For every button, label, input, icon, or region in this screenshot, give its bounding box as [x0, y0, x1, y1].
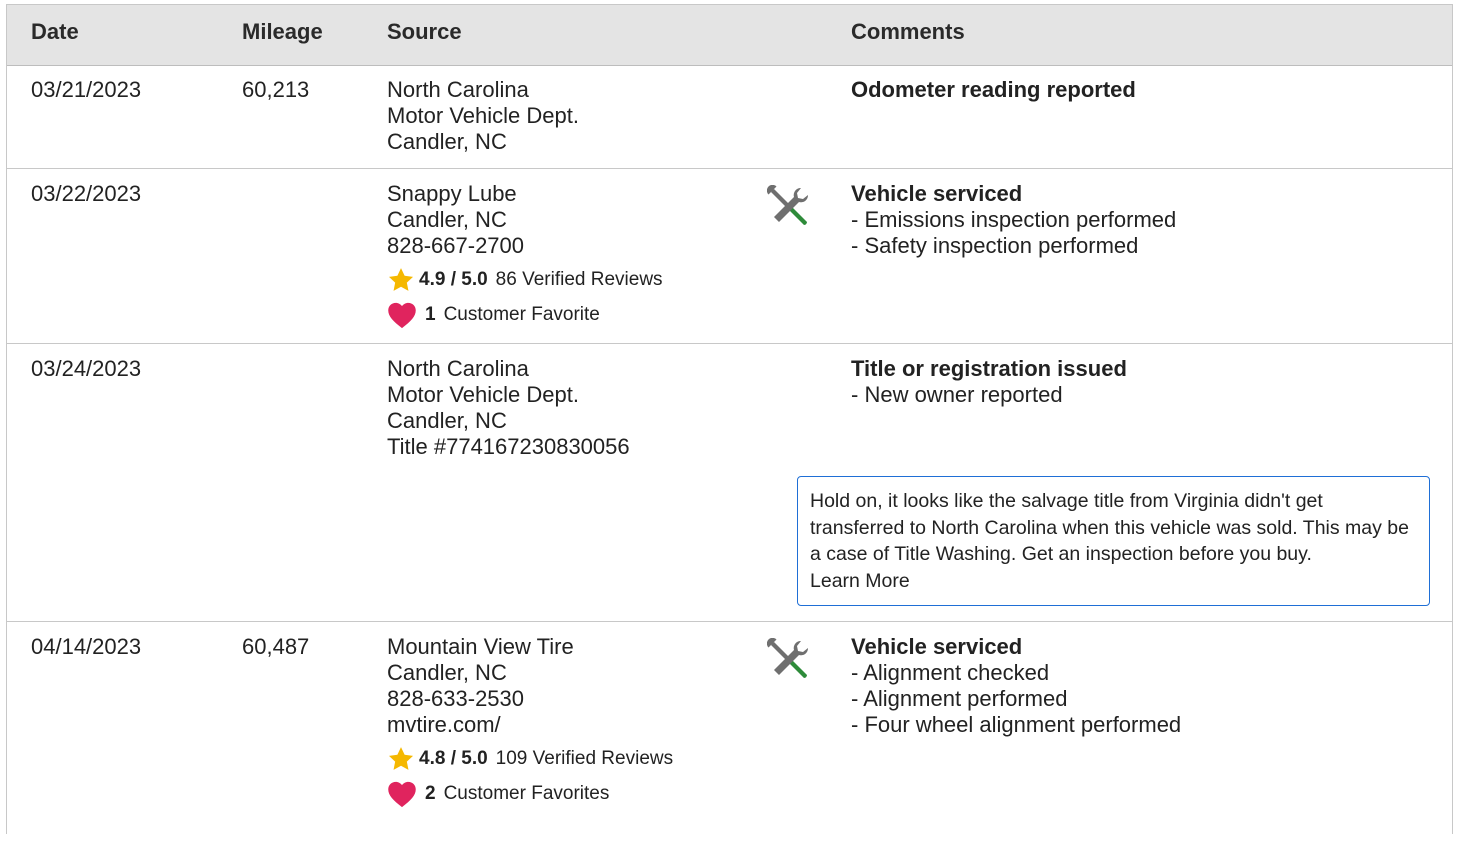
comment-item: - Emissions inspection performed — [851, 207, 1177, 232]
favorites-count: 1 — [425, 304, 436, 325]
favorites-label: Customer Favorites — [443, 783, 610, 804]
source-line: Motor Vehicle Dept. — [387, 382, 579, 407]
comment-item: - Safety inspection performed — [851, 233, 1139, 258]
row-date: 03/21/2023 — [31, 77, 142, 102]
comment-item: - New owner reported — [851, 382, 1063, 407]
comment-item: - Alignment performed — [851, 686, 1068, 711]
row-comments: Title or registration issued - New owner… — [851, 356, 1127, 408]
row-source: North Carolina Motor Vehicle Dept. Candl… — [387, 77, 579, 155]
source-line[interactable]: Mountain View Tire — [387, 634, 673, 660]
comment-title: Title or registration issued — [851, 356, 1127, 381]
row-date: 03/22/2023 — [31, 181, 142, 206]
comment-title: Odometer reading reported — [851, 77, 1136, 102]
source-line: North Carolina — [387, 356, 529, 381]
comment-title: Vehicle serviced — [851, 181, 1023, 206]
source-line: Candler, NC — [387, 207, 507, 232]
comment-title: Vehicle serviced — [851, 634, 1023, 659]
row-date: 04/14/2023 — [31, 634, 142, 659]
favorites-label: Customer Favorite — [443, 304, 600, 325]
row-source: North Carolina Motor Vehicle Dept. Candl… — [387, 356, 630, 460]
customer-favorites: 2 Customer Favorites — [387, 779, 673, 809]
row-comments: Odometer reading reported — [851, 77, 1136, 103]
comment-item: - Four wheel alignment performed — [851, 712, 1182, 737]
row-source: Mountain View Tire Candler, NC 828-633-2… — [387, 634, 673, 809]
rating[interactable]: 4.9 / 5.0 86 Verified Reviews — [387, 265, 663, 295]
row-comments: Vehicle serviced - Alignment checked - A… — [851, 634, 1181, 738]
customer-favorites: 1 Customer Favorite — [387, 300, 663, 330]
row-date: 03/24/2023 — [31, 356, 142, 381]
rating-reviews[interactable]: 109 Verified Reviews — [496, 746, 673, 772]
header-date: Date — [31, 19, 79, 44]
star-icon — [387, 744, 419, 774]
row-source: Snappy Lube Candler, NC 828-667-2700 4.9… — [387, 181, 663, 330]
table-row: 03/24/2023 North Carolina Motor Vehicle … — [7, 344, 1452, 622]
learn-more-link[interactable]: Learn More — [810, 568, 1417, 595]
source-line: Candler, NC — [387, 660, 507, 685]
star-icon — [387, 265, 419, 295]
alert-text: Hold on, it looks like the salvage title… — [810, 490, 1409, 565]
title-washing-alert: Hold on, it looks like the salvage title… — [797, 476, 1430, 606]
table-row: 03/21/2023 60,213 North Carolina Motor V… — [7, 65, 1452, 169]
source-line: Candler, NC — [387, 129, 507, 154]
source-line[interactable]: 828-667-2700 — [387, 233, 663, 259]
header-comments: Comments — [851, 19, 965, 44]
table-row: 03/22/2023 Snappy Lube Candler, NC 828-6… — [7, 169, 1452, 344]
row-comments: Vehicle serviced - Emissions inspection … — [851, 181, 1176, 259]
table-header: Date Mileage Source Comments — [7, 5, 1452, 66]
source-line[interactable]: mvtire.com/ — [387, 712, 673, 738]
source-line: Title #774167230830056 — [387, 434, 630, 459]
header-mileage: Mileage — [242, 19, 323, 44]
rating[interactable]: 4.8 / 5.0 109 Verified Reviews — [387, 744, 673, 774]
rating-score: 4.8 / 5.0 — [419, 748, 488, 769]
header-source: Source — [387, 19, 462, 44]
rating-reviews[interactable]: 86 Verified Reviews — [496, 267, 663, 293]
heart-icon — [387, 779, 425, 809]
favorites-count: 2 — [425, 783, 436, 804]
vehicle-history-table: Date Mileage Source Comments 03/21/2023 … — [6, 4, 1453, 834]
source-line: Candler, NC — [387, 408, 507, 433]
source-line: Motor Vehicle Dept. — [387, 103, 579, 128]
source-line[interactable]: 828-633-2530 — [387, 686, 673, 712]
service-tools-icon — [766, 637, 811, 688]
source-line[interactable]: Snappy Lube — [387, 181, 663, 207]
table-row: 04/14/2023 60,487 Mountain View Tire Can… — [7, 622, 1452, 842]
row-mileage: 60,487 — [242, 634, 310, 659]
source-line: North Carolina — [387, 77, 529, 102]
service-tools-icon — [766, 184, 811, 235]
row-mileage: 60,213 — [242, 77, 310, 102]
comment-item: - Alignment checked — [851, 660, 1050, 685]
rating-score: 4.9 / 5.0 — [419, 269, 488, 290]
heart-icon — [387, 300, 425, 330]
